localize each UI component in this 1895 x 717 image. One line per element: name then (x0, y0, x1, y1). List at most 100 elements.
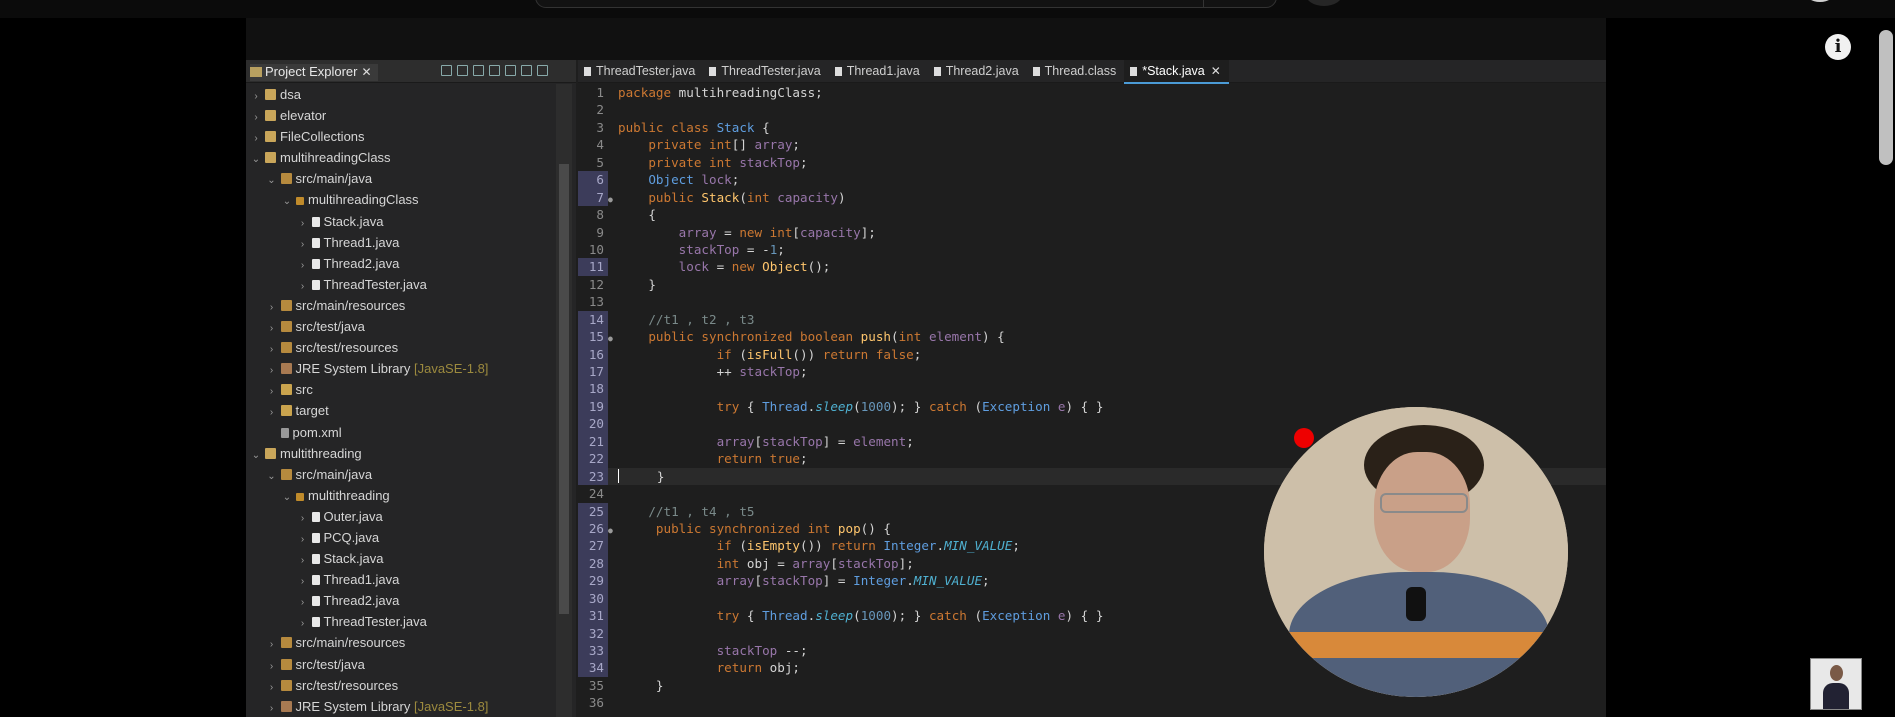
info-icon[interactable]: i (1825, 34, 1851, 60)
code-line[interactable]: 9 array = new int[capacity]; (578, 224, 1606, 241)
chevron-right-icon[interactable]: › (297, 550, 309, 571)
tree-item[interactable]: › src/main/resources (246, 295, 556, 316)
chevron-down-icon[interactable]: ⌄ (281, 191, 293, 212)
search-bar[interactable] (535, 0, 1277, 8)
tree-item[interactable]: › FileCollections (246, 126, 556, 147)
code-line[interactable]: 12 } (578, 276, 1606, 293)
chevron-right-icon[interactable]: › (266, 656, 278, 677)
account-avatar[interactable] (1805, 0, 1835, 2)
project-explorer-scroll-thumb[interactable] (559, 164, 569, 614)
chevron-right-icon[interactable]: › (297, 613, 309, 634)
tree-item[interactable]: › Stack.java (246, 548, 556, 569)
chevron-right-icon[interactable]: › (266, 634, 278, 655)
tree-item[interactable]: › elevator (246, 105, 556, 126)
tree-item[interactable]: › src (246, 379, 556, 400)
chevron-right-icon[interactable]: › (250, 128, 262, 149)
link-editor-icon[interactable] (457, 65, 468, 76)
project-explorer-tab[interactable]: Project Explorer ✕ (250, 64, 378, 81)
code-line[interactable]: 3 public class Stack { (578, 119, 1606, 136)
collapse-all-icon[interactable] (441, 65, 452, 76)
code-line[interactable]: 18 (578, 380, 1606, 398)
tree-item[interactable]: › Outer.java (246, 506, 556, 527)
tree-item[interactable]: › Thread2.java (246, 590, 556, 611)
chevron-right-icon[interactable]: › (297, 213, 309, 234)
tree-item[interactable]: ⌄ multihreadingClass (246, 189, 556, 210)
view-menu-icon[interactable] (505, 65, 516, 76)
editor-tab[interactable]: ThreadTester.java (578, 60, 703, 82)
chevron-right-icon[interactable]: › (266, 698, 278, 717)
code-line[interactable]: 14 //t1 , t2 , t3 (578, 310, 1606, 329)
tree-item[interactable]: › JRE System Library [JavaSE-1.8] (246, 696, 556, 717)
code-line[interactable]: 11 lock = new Object(); (578, 258, 1606, 276)
editor-tab[interactable]: ThreadTester.java (703, 60, 828, 82)
chevron-down-icon[interactable]: ⌄ (266, 466, 278, 487)
chevron-right-icon[interactable]: › (297, 255, 309, 276)
chevron-down-icon[interactable]: ⌄ (250, 445, 262, 466)
tree-item[interactable]: › dsa (246, 84, 556, 105)
code-line[interactable]: 15 ● public synchronized boolean push(int… (578, 328, 1606, 346)
tree-item[interactable]: › ThreadTester.java (246, 274, 556, 295)
chevron-right-icon[interactable]: › (266, 297, 278, 318)
chevron-right-icon[interactable]: › (297, 234, 309, 255)
chevron-right-icon[interactable]: › (297, 592, 309, 613)
editor-tab[interactable]: Thread.class (1027, 60, 1125, 82)
tree-item[interactable]: ⌄ src/main/java (246, 168, 556, 189)
chevron-right-icon[interactable]: › (250, 107, 262, 128)
filter-icon[interactable] (473, 65, 484, 76)
tree-item[interactable]: ⌄ multithreading (246, 443, 556, 464)
tree-item[interactable]: ⌄ src/main/java (246, 464, 556, 485)
tree-item[interactable]: › src/test/java (246, 654, 556, 675)
chevron-down-icon[interactable]: ⌄ (266, 170, 278, 191)
chevron-down-icon[interactable]: ⌄ (281, 487, 293, 508)
tree-item[interactable]: › target (246, 400, 556, 421)
close-icon[interactable]: ✕ (361, 65, 371, 79)
tree-item[interactable]: › Thread1.java (246, 232, 556, 253)
page-scrollbar-thumb[interactable] (1879, 30, 1893, 165)
chevron-right-icon[interactable]: › (266, 318, 278, 339)
code-line[interactable]: 17 ++ stackTop; (578, 363, 1606, 381)
channel-thumbnail[interactable] (1810, 658, 1862, 710)
chevron-right-icon[interactable]: › (297, 571, 309, 592)
chevron-right-icon[interactable]: › (250, 86, 262, 107)
chevron-down-icon[interactable]: ⌄ (250, 149, 262, 170)
chevron-right-icon[interactable]: › (297, 276, 309, 297)
chevron-right-icon[interactable]: › (266, 677, 278, 698)
chevron-right-icon[interactable]: › (266, 381, 278, 402)
code-line[interactable]: 8 { (578, 206, 1606, 223)
chevron-right-icon[interactable]: › (297, 508, 309, 529)
tree-item[interactable]: › src/test/resources (246, 675, 556, 696)
chevron-right-icon[interactable]: › (266, 402, 278, 423)
code-line[interactable]: 4 private int[] array; (578, 136, 1606, 153)
editor-tab[interactable]: Thread1.java (829, 60, 928, 82)
tree-item[interactable]: pom.xml (246, 422, 556, 443)
project-explorer-scrollbar[interactable] (556, 84, 572, 717)
tree-item[interactable]: ⌄ multithreading (246, 485, 556, 506)
chevron-right-icon[interactable]: › (297, 529, 309, 550)
close-icon[interactable]: ✕ (1211, 64, 1221, 78)
tree-item[interactable]: › PCQ.java (246, 527, 556, 548)
tree-item[interactable]: › Thread2.java (246, 253, 556, 274)
code-line[interactable]: 13 (578, 293, 1606, 310)
minimize-icon[interactable] (521, 65, 532, 76)
tree-item[interactable]: › src/main/resources (246, 632, 556, 653)
code-line[interactable]: 2 (578, 101, 1606, 118)
code-line[interactable]: 6 Object lock; (578, 171, 1606, 189)
code-line[interactable]: 16 if (isFull()) return false; (578, 345, 1606, 364)
chevron-right-icon[interactable]: › (266, 339, 278, 360)
maximize-icon[interactable] (537, 65, 548, 76)
mic-button[interactable] (1305, 0, 1343, 6)
code-line[interactable]: 1 package multihreadingClass; (578, 84, 1606, 101)
chevron-right-icon[interactable]: › (266, 360, 278, 381)
tree-item[interactable]: ⌄ multihreadingClass (246, 147, 556, 168)
tree-item[interactable]: › JRE System Library [JavaSE-1.8] (246, 358, 556, 379)
tree-item[interactable]: › Stack.java (246, 211, 556, 232)
code-line[interactable]: 7 ● public Stack(int capacity) (578, 188, 1606, 207)
editor-tab[interactable]: *Stack.java ✕ (1124, 60, 1229, 84)
tree-item[interactable]: › Thread1.java (246, 569, 556, 590)
focus-icon[interactable] (489, 65, 500, 76)
tree-item[interactable]: › src/test/resources (246, 337, 556, 358)
code-line[interactable]: 10 stackTop = -1; (578, 241, 1606, 258)
tree-item[interactable]: › src/test/java (246, 316, 556, 337)
tree-item[interactable]: › ThreadTester.java (246, 611, 556, 632)
editor-tab[interactable]: Thread2.java (928, 60, 1027, 82)
